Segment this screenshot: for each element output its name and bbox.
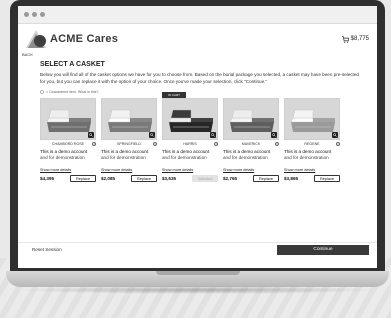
cart-icon [341,35,349,43]
intro-text: Below you will find all of the casket op… [40,72,359,84]
faded-text [101,160,157,165]
casket-card[interactable]: SPRINGFIELD i This is a demo account and… [101,98,157,182]
replace-button[interactable]: Replace [70,175,96,182]
zoom-icon [333,133,337,137]
casket-price: $3,865 [284,176,299,181]
cart-total: $8,775 [350,36,369,42]
casket-card[interactable]: CHAMBORD ROSE i This is a demo account a… [40,98,96,182]
info-icon[interactable]: i [275,142,279,146]
casket-price: $4,395 [40,176,55,181]
casket-description: This is a demo account and for demonstra… [40,149,96,160]
laptop: ACME Cares $8,775 BACK SELECT A CASKET B… [6,0,389,298]
casket-image[interactable] [223,98,279,140]
zoom-icon [89,133,93,137]
main-content: SELECT A CASKET Below you will find all … [18,57,377,182]
faded-text [284,160,340,165]
laptop-hinge-groove [156,271,240,275]
casket-name: CHAMBORD ROSE [51,142,85,146]
casket-price: $2,765 [223,176,238,181]
acme-logo-icon [26,30,46,48]
casket-name: HARRIS [183,142,197,146]
price-row: $3,635 Selected [162,175,218,182]
guarantee-icon [40,90,44,94]
app-screen: ACME Cares $8,775 BACK SELECT A CASKET B… [18,6,377,268]
replace-button[interactable]: Replace [253,175,279,182]
brand-name: ACME Cares [50,33,119,45]
page-footer: Reset Session Continue [18,242,377,256]
zoom-button[interactable] [271,132,277,138]
faded-text [162,160,218,165]
replace-button[interactable]: Replace [131,175,157,182]
zoom-icon [150,133,154,137]
casket-image[interactable] [40,98,96,140]
continue-button[interactable]: Continue [277,244,369,255]
site-header: ACME Cares $8,775 [18,24,377,54]
casket-list: CHAMBORD ROSE i This is a demo account a… [40,92,357,182]
casket-card[interactable]: REGENE i This is a demo account and for … [284,98,340,182]
info-icon[interactable]: i [214,142,218,146]
zoom-icon [211,133,215,137]
casket-card[interactable]: IN CART HARRIS i This is a demo account … [162,92,218,182]
laptop-shadow [16,286,379,294]
zoom-button[interactable] [210,132,216,138]
show-more-details-link[interactable]: Show more details [284,168,340,172]
casket-image[interactable] [101,98,157,140]
window-close-dot[interactable] [24,12,29,17]
info-icon[interactable]: i [153,142,157,146]
page-title: SELECT A CASKET [40,61,105,68]
cart-summary[interactable]: $8,775 [341,35,369,43]
price-row: $2,085 Replace [101,175,157,182]
show-more-details-link[interactable]: Show more details [223,168,279,172]
casket-description: This is a demo account and for demonstra… [223,149,279,160]
casket-card[interactable]: MAVERICK i This is a demo account and fo… [223,98,279,182]
faded-text [223,160,279,165]
casket-name: REGENE [304,142,320,146]
zoom-button[interactable] [149,132,155,138]
casket-price: $2,085 [101,176,116,181]
casket-image[interactable] [284,98,340,140]
casket-name: MAVERICK [241,142,261,146]
casket-illustration [107,109,152,132]
casket-description: This is a demo account and for demonstra… [162,149,218,160]
window-minimize-dot[interactable] [32,12,37,17]
casket-price: $3,635 [162,176,177,181]
selected-button[interactable]: Selected [192,175,218,182]
casket-description: This is a demo account and for demonstra… [284,149,340,160]
guarantee-legend: = Guaranteed item. What is this? [40,90,357,94]
faded-text [40,160,96,165]
window-titlebar [18,6,377,24]
laptop-lid: ACME Cares $8,775 BACK SELECT A CASKET B… [10,0,385,272]
casket-image[interactable] [162,98,218,140]
casket-illustration [229,109,274,132]
info-icon[interactable]: i [92,142,96,146]
price-row: $4,395 Replace [40,175,96,182]
replace-button[interactable]: Replace [314,175,340,182]
casket-illustration [46,109,91,132]
price-row: $3,865 Replace [284,175,340,182]
casket-illustration [290,109,335,132]
casket-illustration [168,109,213,132]
show-more-details-link[interactable]: Show more details [162,168,218,172]
price-row: $2,765 Replace [223,175,279,182]
legend-text[interactable]: = Guaranteed item. What is this? [46,90,98,94]
casket-name: SPRINGFIELD [117,142,141,146]
casket-description: This is a demo account and for demonstra… [101,149,157,160]
reset-session-link[interactable]: Reset Session [32,247,62,252]
window-maximize-dot[interactable] [40,12,45,17]
show-more-details-link[interactable]: Show more details [40,168,96,172]
info-icon[interactable]: i [336,142,340,146]
brand-logo[interactable]: ACME Cares [24,28,118,50]
zoom-button[interactable] [88,132,94,138]
zoom-icon [272,133,276,137]
show-more-details-link[interactable]: Show more details [101,168,157,172]
zoom-button[interactable] [332,132,338,138]
